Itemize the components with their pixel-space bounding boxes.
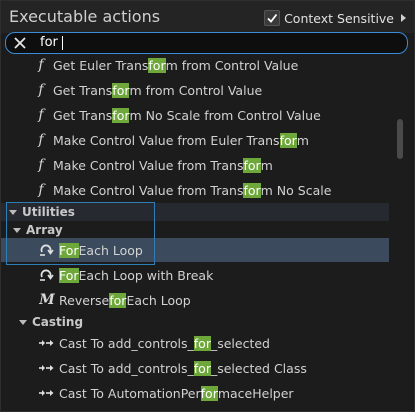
item-label-post: m	[260, 157, 273, 173]
function-icon: f	[38, 157, 44, 173]
category-label: Utilities	[22, 205, 75, 219]
function-icon: f	[38, 182, 44, 198]
clear-search-icon[interactable]	[12, 35, 28, 51]
item-label-post: m from Control Value	[129, 82, 263, 98]
search-match: for	[243, 157, 261, 173]
cast-icon	[39, 388, 55, 398]
item-label-pre: Cast To add_controls_	[59, 335, 194, 351]
search-match: for	[193, 360, 211, 376]
category-utilities[interactable]: Utilities	[1, 203, 389, 221]
list-item[interactable]: f Make Control Value from Trans for m No S…	[1, 178, 389, 202]
collapse-arrow-icon[interactable]	[9, 209, 17, 215]
item-label-post: _selected Class	[210, 360, 307, 376]
search-box[interactable]	[5, 32, 408, 54]
context-sensitive-checkbox[interactable]	[264, 10, 281, 26]
list-item[interactable]: Cast To add_controls_ for _selected Class	[1, 356, 389, 380]
list-item[interactable]: f Make Control Value from Euler Trans for…	[1, 128, 389, 152]
function-icon: f	[38, 57, 44, 73]
list-item[interactable]: f Get Trans for m No Scale from Control Va…	[1, 103, 389, 127]
context-sensitive-label: Context Sensitive	[284, 10, 394, 26]
item-label-post: m	[296, 132, 309, 148]
scrollbar-thumb[interactable]	[397, 119, 403, 159]
item-label-post: maceHelper	[217, 385, 294, 401]
header: Executable actions Context Sensitive	[1, 1, 414, 33]
list-item[interactable]: Cast To AutomationPer for maceHelper	[1, 381, 389, 405]
collapse-arrow-icon[interactable]	[13, 227, 21, 233]
macro-icon: M	[39, 292, 55, 308]
item-label-pre: Cast To AutomationPer	[59, 385, 201, 401]
expand-arrow-icon[interactable]	[401, 14, 406, 22]
item-label-post: Each Loop	[78, 242, 143, 258]
collapse-arrow-icon[interactable]	[19, 319, 27, 325]
category-casting[interactable]: Casting	[1, 313, 389, 331]
search-match: for	[279, 132, 297, 148]
action-menu-panel: Executable actions Context Sensitive f G…	[0, 0, 415, 412]
function-icon: f	[38, 82, 44, 98]
list-item[interactable]: For Each Loop with Break	[1, 263, 389, 287]
context-sensitive-toggle[interactable]: Context Sensitive	[264, 9, 406, 27]
item-label-pre: Make Control Value from Trans	[53, 157, 244, 173]
action-list: f Get Euler Trans for m from Control Value…	[1, 53, 393, 411]
search-match: For	[59, 267, 79, 283]
search-match: for	[112, 107, 130, 123]
cast-icon	[39, 363, 55, 373]
checkmark-icon	[267, 13, 278, 23]
loop-icon	[39, 243, 55, 257]
list-item[interactable]: f Get Trans for m from Control Value	[1, 78, 389, 102]
loop-icon	[39, 268, 55, 282]
function-icon: f	[38, 132, 44, 148]
item-label-pre: Get Trans	[53, 82, 113, 98]
search-match: for	[193, 335, 211, 351]
scrollbar[interactable]	[394, 53, 414, 411]
item-label-pre: Make Control Value from Euler Trans	[53, 132, 280, 148]
list-item-selected[interactable]: For Each Loop	[1, 238, 389, 262]
category-label: Array	[26, 223, 63, 237]
item-label-post: _selected	[210, 335, 270, 351]
item-label-pre: Make Control Value from Trans	[53, 182, 244, 198]
search-match: for	[148, 57, 166, 73]
item-label-pre: Reverse	[59, 292, 110, 308]
list-item[interactable]: f Make Control Value from Trans for m	[1, 153, 389, 177]
search-match: for	[200, 385, 218, 401]
text-caret	[62, 36, 63, 50]
search-match: For	[59, 242, 79, 258]
cast-icon	[39, 338, 55, 348]
item-label-post: m from Control Value	[165, 57, 299, 73]
item-label-post: m No Scale from Control Value	[129, 107, 321, 123]
item-label-post: Each Loop	[126, 292, 191, 308]
search-input[interactable]	[40, 34, 380, 50]
item-label-post: Each Loop with Break	[78, 267, 214, 283]
item-label-pre: Get Trans	[53, 107, 113, 123]
list-item[interactable]: f Get Euler Trans for m from Control Value	[1, 53, 389, 77]
category-label: Casting	[32, 315, 84, 329]
list-item[interactable]: M Reverse for Each Loop	[1, 288, 389, 312]
search-match: for	[112, 82, 130, 98]
search-match: for	[109, 292, 127, 308]
function-icon: f	[38, 107, 44, 123]
list-item[interactable]: Cast To add_controls_ for _selected	[1, 331, 389, 355]
item-label-pre: Get Euler Trans	[53, 57, 149, 73]
category-array[interactable]: Array	[1, 221, 389, 239]
item-label-pre: Cast To add_controls_	[59, 360, 194, 376]
search-match: for	[243, 182, 261, 198]
item-label-post: m No Scale	[260, 182, 332, 198]
panel-title: Executable actions	[9, 7, 161, 26]
